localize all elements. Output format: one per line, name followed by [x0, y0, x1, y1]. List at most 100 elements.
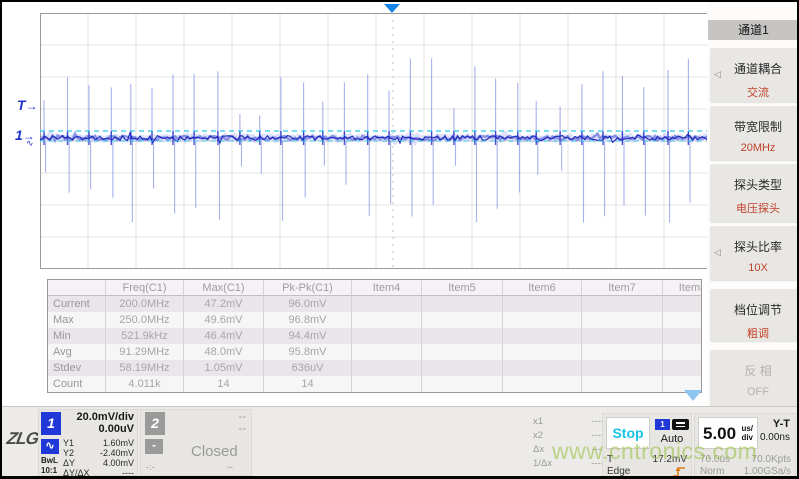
menu-item-value: 交流 — [710, 84, 798, 100]
channel2-line2: -- — [239, 423, 246, 435]
measurement-cell: 46.4mV — [184, 328, 264, 344]
y-cursor-label: ΔY — [63, 458, 75, 468]
measurement-cell: 47.2mV — [184, 296, 264, 312]
rising-edge-icon — [672, 466, 687, 477]
x-cursor-block: x1----x2----Δx----1/Δx---- — [533, 415, 604, 473]
measurement-cell — [422, 376, 503, 392]
measurement-cell — [422, 344, 503, 360]
oscilloscope-screen: T→ 1→ ∿ Freq(C1)Max(C1)Pk-Pk(C1)Item4Ite… — [0, 0, 799, 479]
channel1-badge[interactable]: 1 — [41, 412, 61, 435]
menu-item-1[interactable]: ◁通道耦合交流 — [710, 48, 798, 102]
measurement-cell: 94.4mV — [264, 328, 352, 344]
trigger-level-value: 17.2mV — [653, 454, 687, 465]
channel2-sub-right: -- — [227, 462, 233, 472]
measurement-row-label: Stdev — [48, 360, 106, 376]
measurement-row-label: Max — [48, 312, 106, 328]
timebase-unit-top: us/ — [741, 424, 753, 433]
measurement-cell — [352, 376, 422, 392]
measurement-column-header: Item5 — [422, 280, 503, 296]
menu-item-4[interactable]: ◁探头比率10X — [710, 226, 798, 280]
trigger-type-row: Edge — [607, 466, 687, 477]
menu-item-value: 20MHz — [710, 142, 798, 154]
trigger-sweep-mode[interactable]: Auto — [653, 433, 691, 445]
measurement-cell: 521.9kHz — [106, 328, 184, 344]
measurement-cell — [582, 344, 663, 360]
y-cursor-label: ΔY/ΔX — [63, 468, 90, 478]
channel2-badge[interactable]: 2 — [145, 412, 165, 435]
trigger-level-label: T — [607, 454, 613, 465]
ac-coupling-icon: ∿ — [26, 139, 34, 148]
measurement-column-header: Freq(C1) — [106, 280, 184, 296]
measurement-cell — [422, 312, 503, 328]
measurement-cell: 96.0mV — [264, 296, 352, 312]
measurement-cell: 250.0MHz — [106, 312, 184, 328]
measurement-cell: 14 — [264, 376, 352, 392]
channel1-status-block[interactable]: 1 20.0mV/div 0.00uV ∿ BwL 10:1 Y11.60mVY… — [38, 409, 138, 476]
menu-item-2[interactable]: 带宽限制 20MHz — [710, 106, 798, 160]
measurement-cell: 636uV — [264, 360, 352, 376]
measurement-table: Freq(C1)Max(C1)Pk-Pk(C1)Item4Item5Item6I… — [47, 279, 702, 393]
window-span: 70.0us — [700, 454, 730, 465]
timebase-unit-bottom: div — [741, 433, 753, 442]
y-cursor-row: Y1 1.60mV — [63, 438, 134, 448]
measurement-cell: 91.29MHz — [106, 344, 184, 360]
menu-item-label: 带宽限制 — [710, 118, 798, 135]
x-cursor-row: x1---- — [533, 415, 604, 429]
menu-item-value: 电压探头 — [710, 200, 798, 216]
measurement-cell: 48.0mV — [184, 344, 264, 360]
acquire-mode: Norm — [700, 466, 724, 477]
y-cursor-value: 1.60mV — [103, 438, 134, 448]
y-cursor-value: 4.00mV — [103, 458, 134, 468]
measurement-cell — [582, 376, 663, 392]
measurement-cell: 58.19MHz — [106, 360, 184, 376]
channel1-scale: 20.0mV/div — [77, 411, 134, 423]
measurement-column-header: Item6 — [503, 280, 582, 296]
x-cursor-label: x1 — [533, 415, 543, 429]
measurement-cell — [503, 376, 582, 392]
measurement-cell — [663, 296, 702, 312]
y-cursor-label: Y1 — [63, 438, 74, 448]
channel2-sub-left: -:- — [146, 462, 155, 472]
measurement-cell — [663, 328, 702, 344]
timebase-status-block[interactable]: 5.00 us/ div Y-T 0.00ns 70.0us 70.0Kpts … — [694, 413, 796, 477]
measurement-cell — [582, 328, 663, 344]
channel2-minus-badge: - — [145, 439, 163, 454]
trigger-delay: 0.00ns — [760, 432, 790, 443]
measurement-cell — [663, 360, 702, 376]
measurement-column-header: Pk-Pk(C1) — [264, 280, 352, 296]
menu-item-value: 粗调 — [710, 325, 798, 341]
y-cursor-row: ΔY/ΔX---- — [63, 468, 134, 478]
x-cursor-row: 1/Δx---- — [533, 457, 604, 471]
measurement-row-label: Current — [48, 296, 106, 312]
measurement-cell — [352, 360, 422, 376]
menu-item-3[interactable]: 探头类型电压探头 — [710, 164, 798, 222]
measurement-cell — [663, 312, 702, 328]
trigger-position-icon[interactable] — [384, 4, 400, 13]
y-cursor-row: ΔY 4.00mV — [63, 458, 134, 468]
x-cursor-row: Δx---- — [533, 443, 604, 457]
measurement-cell: 1.05mV — [184, 360, 264, 376]
x-cursor-label: Δx — [533, 443, 544, 457]
measurement-column-header: Item8 — [663, 280, 702, 296]
memory-depth: 70.0Kpts — [752, 454, 791, 465]
menu-item-6[interactable]: 反 相OFF — [710, 350, 798, 406]
trigger-status-block[interactable]: Stop 1 Auto T 17.2mV Edge — [602, 413, 692, 477]
measurement-cell — [582, 296, 663, 312]
measurement-cell — [503, 344, 582, 360]
scroll-down-icon[interactable] — [684, 390, 702, 401]
measurement-row-label: Count — [48, 376, 106, 392]
measurement-cell — [422, 328, 503, 344]
timebase-scale-box[interactable]: 5.00 us/ div — [698, 417, 758, 449]
measurement-cell — [663, 344, 702, 360]
submenu-arrow-icon: ◁ — [714, 69, 721, 80]
run-state-indicator[interactable]: Stop — [606, 417, 650, 449]
menu-item-value: OFF — [710, 386, 798, 398]
bandwidth-limit-flag: BwL — [41, 456, 58, 465]
measurement-cell: 14 — [184, 376, 264, 392]
measurement-cell — [422, 360, 503, 376]
measurement-cell — [503, 296, 582, 312]
channel2-status-block[interactable]: 2 -- -- - Closed -:- -- — [140, 409, 252, 476]
trigger-level-marker[interactable]: T→ — [17, 98, 38, 113]
timebase-scale-value: 5.00 — [703, 424, 736, 444]
menu-item-5[interactable]: 档位调节粗调 — [710, 289, 798, 341]
